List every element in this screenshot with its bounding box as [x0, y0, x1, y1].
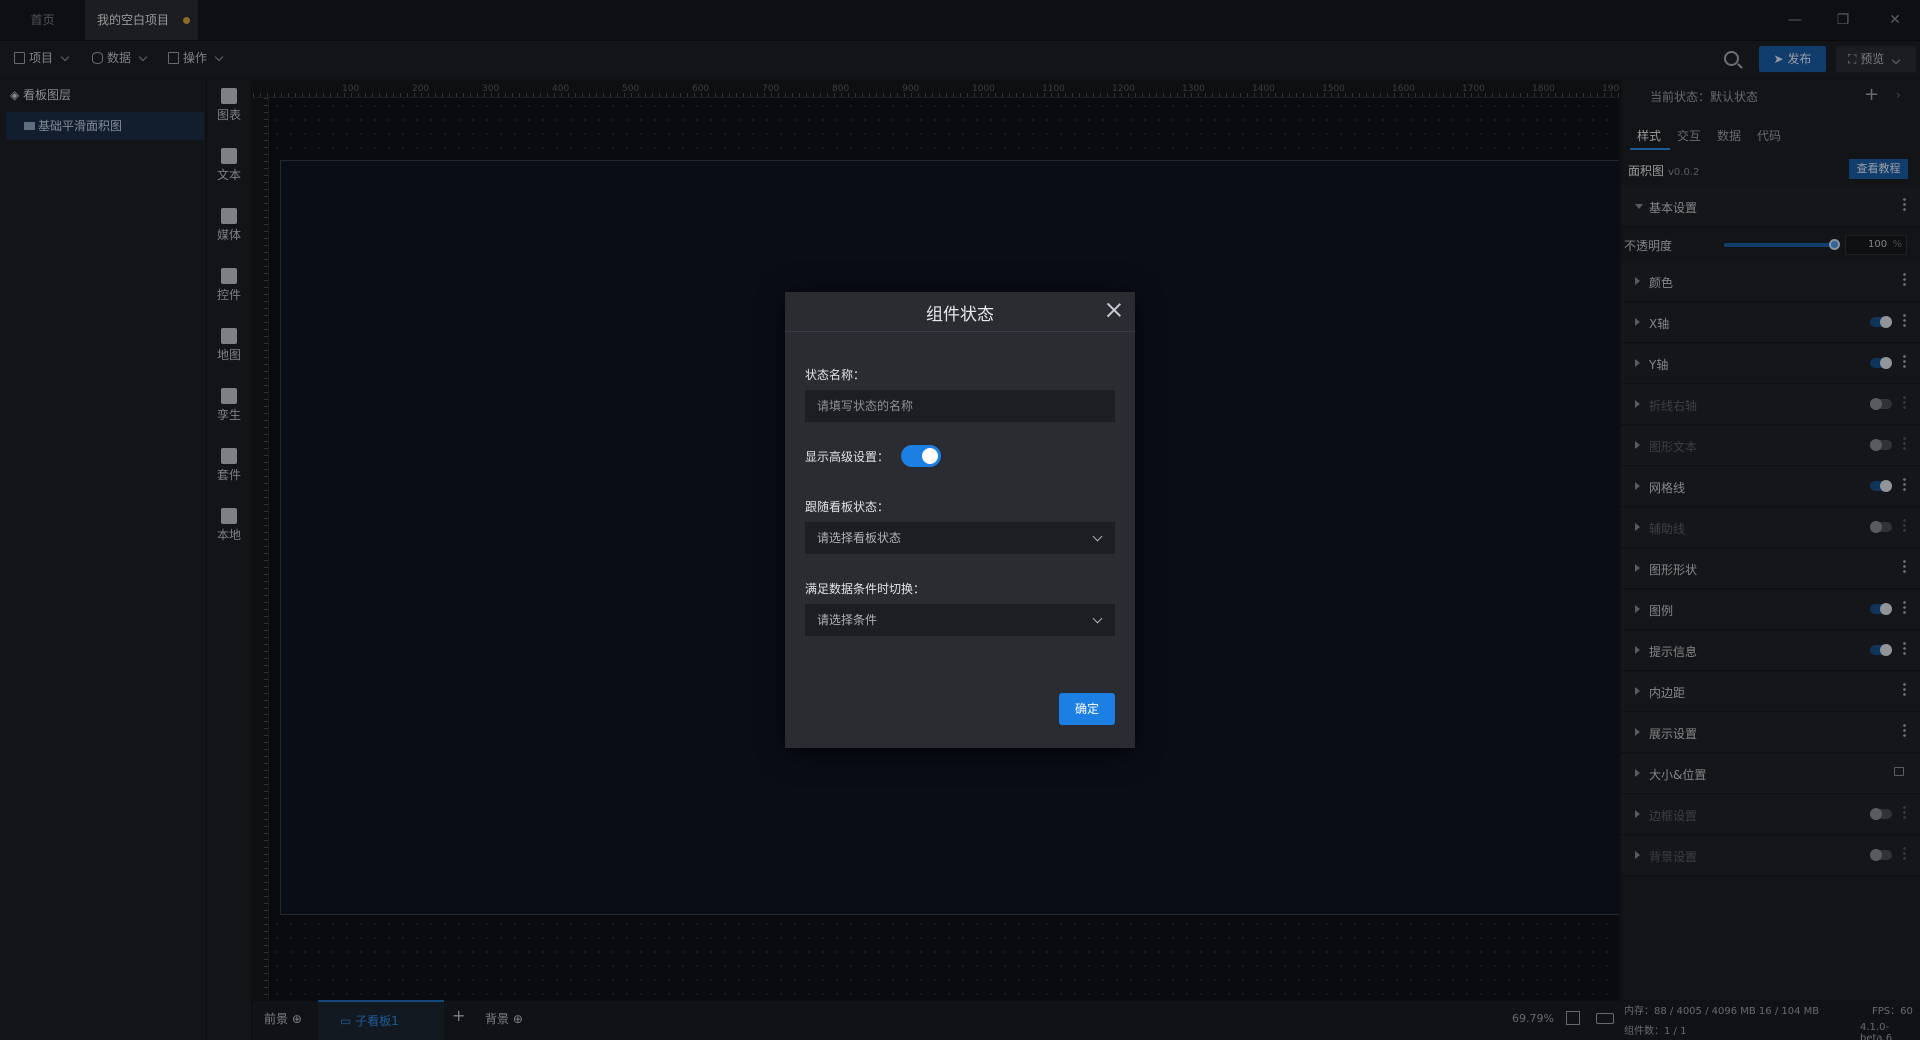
follow-board-state-label: 跟随看板状态：: [805, 500, 890, 514]
switch-condition-value: 请选择条件: [817, 613, 878, 627]
chevron-down-icon: [1092, 531, 1103, 542]
show-advanced-label: 显示高级设置：: [805, 450, 890, 464]
chevron-down-icon: [1092, 613, 1103, 624]
switch-condition-label: 满足数据条件时切换：: [805, 582, 926, 596]
confirm-button[interactable]: 确定: [1059, 693, 1115, 725]
switch-condition-select[interactable]: 请选择条件: [805, 604, 1115, 636]
component-state-dialog: [785, 292, 1135, 748]
close-icon[interactable]: [1104, 300, 1124, 320]
follow-board-state-select[interactable]: 请选择看板状态: [805, 522, 1115, 554]
dialog-title: 组件状态: [926, 305, 994, 325]
state-name-input[interactable]: [805, 390, 1115, 422]
show-advanced-toggle[interactable]: [901, 445, 941, 467]
state-name-label: 状态名称：: [805, 368, 866, 382]
follow-board-state-value: 请选择看板状态: [817, 531, 902, 545]
